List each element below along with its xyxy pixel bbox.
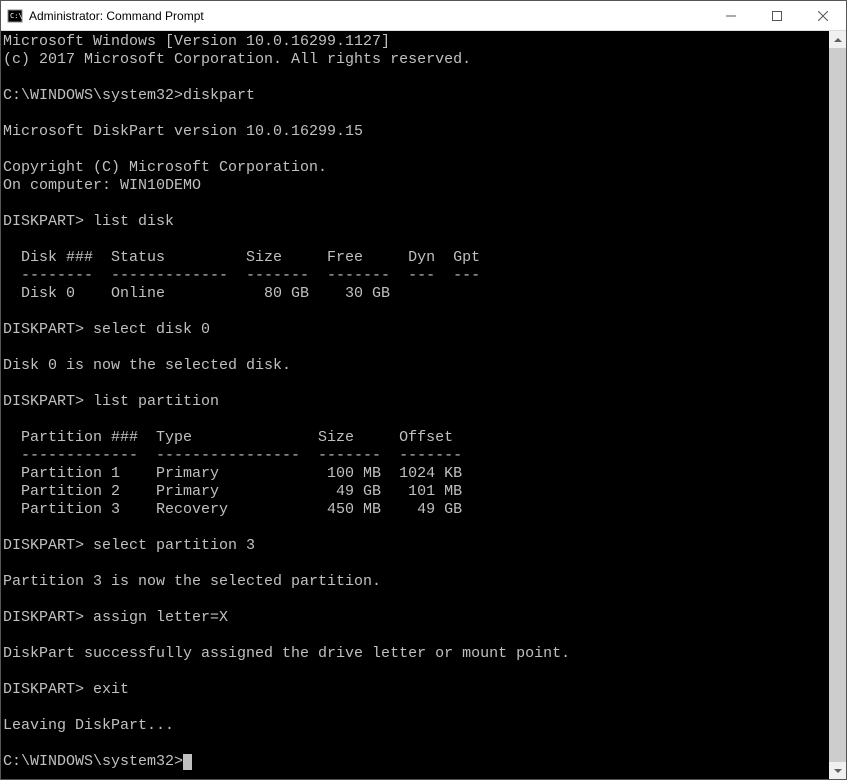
window-controls (708, 1, 846, 30)
diskpart-msg: DiskPart successfully assigned the drive… (3, 645, 570, 662)
disk-table-header: Disk ### Status Size Free Dyn Gpt (3, 249, 480, 266)
diskpart-cmd: assign letter=X (84, 609, 228, 626)
window-title: Administrator: Command Prompt (29, 9, 708, 23)
diskpart-msg: Leaving DiskPart... (3, 717, 174, 734)
prompt-cmd: diskpart (183, 87, 255, 104)
svg-text:C:\: C:\ (10, 12, 23, 20)
diskpart-cmd: select partition 3 (84, 537, 255, 554)
partition-table-row: Partition 3 Recovery 450 MB 49 GB (3, 501, 462, 518)
maximize-button[interactable] (754, 1, 800, 30)
diskpart-cmd: select disk 0 (84, 321, 210, 338)
close-button[interactable] (800, 1, 846, 30)
partition-table-row: Partition 2 Primary 49 GB 101 MB (3, 483, 462, 500)
cursor (183, 754, 192, 770)
diskpart-prompt: DISKPART> (3, 537, 84, 554)
disk-table-row: Disk 0 Online 80 GB 30 GB (3, 285, 390, 302)
scroll-thumb[interactable] (829, 48, 846, 762)
vertical-scrollbar[interactable] (829, 31, 846, 779)
diskpart-copyright: Copyright (C) Microsoft Corporation. (3, 159, 327, 176)
banner-line: (c) 2017 Microsoft Corporation. All righ… (3, 51, 471, 68)
diskpart-cmd: exit (84, 681, 129, 698)
diskpart-prompt: DISKPART> (3, 681, 84, 698)
diskpart-prompt: DISKPART> (3, 609, 84, 626)
prompt-path: C:\WINDOWS\system32> (3, 87, 183, 104)
diskpart-prompt: DISKPART> (3, 213, 84, 230)
prompt-path: C:\WINDOWS\system32> (3, 753, 183, 770)
diskpart-prompt: DISKPART> (3, 393, 84, 410)
disk-table-divider: -------- ------------- ------- ------- -… (3, 267, 480, 284)
terminal-container: Microsoft Windows [Version 10.0.16299.11… (1, 31, 846, 779)
diskpart-msg: Partition 3 is now the selected partitio… (3, 573, 381, 590)
diskpart-cmd: list partition (84, 393, 219, 410)
diskpart-computer: On computer: WIN10DEMO (3, 177, 201, 194)
diskpart-prompt: DISKPART> (3, 321, 84, 338)
cmd-icon: C:\ (7, 8, 23, 24)
partition-table-row: Partition 1 Primary 100 MB 1024 KB (3, 465, 462, 482)
command-prompt-window: C:\ Administrator: Command Prompt Micros… (0, 0, 847, 780)
titlebar[interactable]: C:\ Administrator: Command Prompt (1, 1, 846, 31)
partition-table-header: Partition ### Type Size Offset (3, 429, 453, 446)
scroll-up-arrow[interactable] (829, 31, 846, 48)
banner-line: Microsoft Windows [Version 10.0.16299.11… (3, 33, 390, 50)
diskpart-msg: Disk 0 is now the selected disk. (3, 357, 291, 374)
scroll-down-arrow[interactable] (829, 762, 846, 779)
diskpart-cmd: list disk (84, 213, 174, 230)
scroll-track[interactable] (829, 48, 846, 762)
diskpart-version: Microsoft DiskPart version 10.0.16299.15 (3, 123, 363, 140)
terminal-output[interactable]: Microsoft Windows [Version 10.0.16299.11… (1, 31, 829, 779)
minimize-button[interactable] (708, 1, 754, 30)
partition-table-divider: ------------- ---------------- ------- -… (3, 447, 462, 464)
